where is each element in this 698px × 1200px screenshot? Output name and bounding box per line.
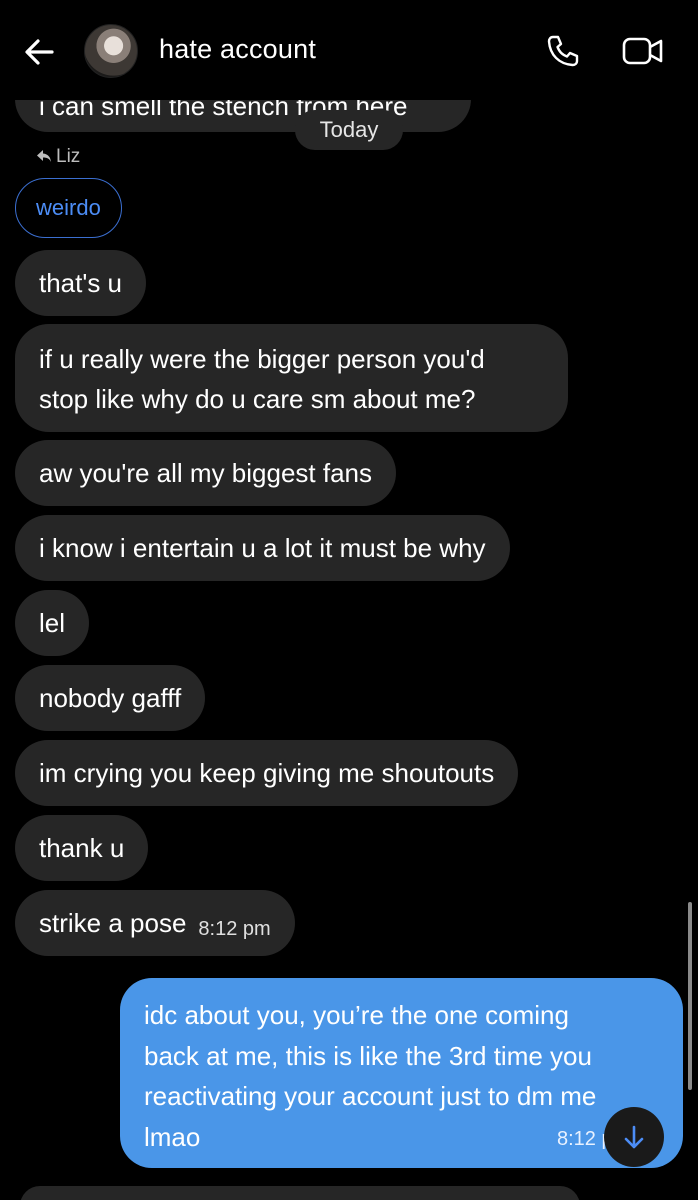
- received-message[interactable]: that's u: [15, 250, 147, 316]
- message-text: stop like why do u care sm about me?: [39, 384, 476, 414]
- phone-icon: [547, 35, 579, 67]
- received-message[interactable]: if u really were the bigger person you'd…: [15, 324, 568, 432]
- scrollbar[interactable]: [688, 902, 692, 1090]
- message-text: im crying you keep giving me shoutouts: [39, 758, 495, 788]
- message-text: thank u: [39, 833, 125, 863]
- arrow-down-icon: [624, 1125, 644, 1149]
- received-message[interactable]: [20, 1186, 580, 1200]
- message-text: strike a pose: [39, 908, 187, 938]
- video-call-button[interactable]: [622, 34, 664, 68]
- chat-header: hate account: [0, 0, 698, 100]
- reply-indicator: Liz: [36, 145, 80, 169]
- received-message[interactable]: i know i entertain u a lot it must be wh…: [15, 515, 510, 581]
- arrow-left-icon: [25, 39, 54, 65]
- message-timestamp: 8:12 pm: [198, 918, 271, 940]
- video-camera-icon: [622, 37, 663, 65]
- scroll-to-bottom-button[interactable]: [604, 1107, 664, 1167]
- received-message[interactable]: lel: [15, 590, 90, 656]
- message-text: lel: [39, 608, 66, 638]
- message-text: nobody gafff: [39, 683, 182, 713]
- received-message[interactable]: nobody gafff: [15, 665, 206, 731]
- quoted-reply-bubble[interactable]: weirdo: [15, 178, 122, 238]
- dm-conversation-screen: hate account i can smell the stench from…: [0, 0, 698, 1200]
- avatar[interactable]: [84, 24, 138, 78]
- message-text: i know i entertain u a lot it must be wh…: [39, 533, 486, 563]
- back-button[interactable]: [22, 34, 58, 70]
- message-text: that's u: [39, 268, 123, 298]
- message-text: if u really were the bigger person you'd: [39, 344, 485, 374]
- date-divider: Today: [295, 110, 403, 150]
- reply-to-name: Liz: [56, 146, 81, 167]
- call-button[interactable]: [544, 32, 582, 70]
- received-message[interactable]: thank u: [15, 815, 149, 881]
- message-text: reactivating your account just to dm me: [144, 1081, 597, 1111]
- received-message[interactable]: aw you're all my biggest fans: [15, 440, 397, 506]
- reply-arrow-icon: [37, 150, 51, 162]
- message-text: back at me, this is like the 3rd time yo…: [144, 1040, 592, 1071]
- message-text: idc about you, you’re the one coming: [144, 1000, 569, 1030]
- conversation-title[interactable]: hate account: [159, 34, 316, 65]
- message-text: aw you're all my biggest fans: [39, 458, 373, 488]
- received-message[interactable]: im crying you keep giving me shoutouts: [15, 740, 519, 806]
- received-message[interactable]: strike a pose 8:12 pm: [15, 890, 295, 956]
